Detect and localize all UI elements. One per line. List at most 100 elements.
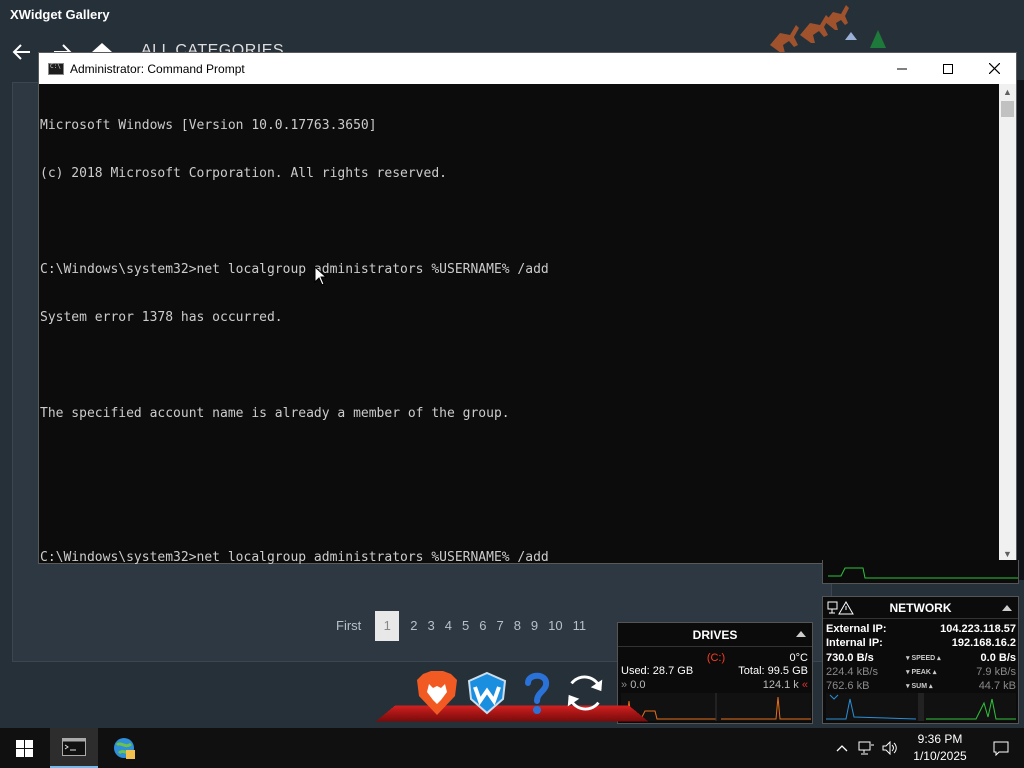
wise-care-icon[interactable] [464,670,510,716]
collapse-arrow-icon[interactable] [796,631,806,637]
page-link[interactable]: 9 [526,611,543,641]
page-link[interactable]: 2 [405,611,422,641]
page-first-link[interactable]: First [336,611,369,641]
internal-ip-label: Internal IP: [826,637,883,649]
start-button[interactable] [0,728,48,768]
taskbar-cmd-button[interactable] [50,728,98,768]
cmd-app-icon[interactable] [48,62,64,75]
speed-up-value: 0.0 B/s [980,652,1016,664]
console-line: C:\Windows\system32>net localgroup admin… [40,262,549,277]
command-prompt-window[interactable]: Administrator: Command Prompt Microsoft … [38,52,1017,565]
speed-down-value: 730.0 B/s [826,652,874,664]
close-icon [988,63,1000,74]
speed-row: 730.0 B/s ▾ SPEED ▴ 0.0 B/s [826,652,1016,664]
gallery-title: XWidget Gallery [10,7,110,22]
drives-title: DRIVES [692,627,738,642]
app-dock [375,664,649,724]
clock[interactable]: 9:36 PM 1/10/2025 [902,731,978,765]
network-header: NETWORK [823,597,1018,619]
sum-label-text: SUM [911,683,928,690]
page-link[interactable]: 8 [509,611,526,641]
external-ip-label: External IP: [826,623,887,635]
drives-widget[interactable]: DRIVES (C:) 0°C Used: 28.7 GB Total: 99.… [617,622,813,724]
page-link[interactable]: 11 [568,611,592,641]
external-ip-value: 104.223.118.57 [940,623,1016,635]
peak-label: ▾ PEAK ▴ [906,669,937,676]
drive-write-value: 124.1 k [762,679,799,691]
write-arrow-icon: « [801,679,808,691]
sum-row: 762.6 kB ▾ SUM ▴ 44.7 kB [826,680,1016,692]
partial-graph [828,567,1018,579]
page-link[interactable]: 5 [457,611,474,641]
cmd-window-title: Administrator: Command Prompt [70,61,245,76]
console-line: System error 1378 has occurred. [40,310,283,325]
internal-ip-row: Internal IP: 192.168.16.2 [826,637,1016,649]
peak-row: 224.4 kB/s ▾ PEAK ▴ 7.9 kB/s [826,666,1016,678]
page-link[interactable]: 6 [474,611,491,641]
network-traffic-graph [826,693,1016,721]
partial-widget-strip [1017,80,1024,580]
maximize-button[interactable] [925,53,971,84]
page-link[interactable]: 10 [543,611,567,641]
globe-network-icon [114,738,135,759]
drive-write-row: 124.1 k « [763,679,808,691]
console-output[interactable]: Microsoft Windows [Version 10.0.17763.36… [39,84,1001,565]
drives-header: DRIVES [618,623,812,647]
sum-label: ▾ SUM ▴ [906,683,933,690]
internal-ip-value: 192.168.16.2 [951,637,1016,649]
sum-down-value: 762.6 kB [826,680,870,692]
show-hidden-icons-chevron-icon[interactable] [830,728,854,768]
console-line: The specified account name is already a … [40,406,510,421]
drive-total: Total: 99.5 GB [738,665,808,677]
console-line: Microsoft Windows [Version 10.0.17763.36… [40,118,377,133]
page-link[interactable]: 4 [440,611,457,641]
speed-label-text: SPEED [911,655,936,662]
action-center-icon[interactable] [978,728,1024,768]
network-title: NETWORK [889,600,952,615]
brave-browser-icon[interactable] [414,670,460,716]
external-ip-row: External IP: 104.223.118.57 [826,623,1016,635]
windows-logo-icon [15,739,33,757]
collapse-arrow-icon[interactable] [1002,605,1012,611]
page-link[interactable]: 3 [423,611,440,641]
taskbar: 9:36 PM 1/10/2025 [0,728,1024,768]
reindeer-decoration [730,0,890,55]
scroll-up-arrow-icon[interactable]: ▲ [999,84,1016,101]
page-link-active[interactable]: 1 [375,611,400,641]
system-tray: 9:36 PM 1/10/2025 [830,728,1024,768]
clock-date: 1/10/2025 [913,749,967,763]
drive-letter: (C:) [706,652,726,664]
command-prompt-icon [62,738,86,756]
drive-activity-graph [621,693,811,721]
partial-graph-widget [822,560,1019,584]
minimize-button[interactable] [879,53,925,84]
speed-label: ▾ SPEED ▴ [906,655,941,662]
back-arrow-icon[interactable] [10,40,34,64]
scrollbar-thumb[interactable] [1001,101,1014,117]
cmd-titlebar[interactable]: Administrator: Command Prompt [39,53,1016,84]
refresh-icon[interactable] [562,670,608,716]
taskbar-network-app-button[interactable] [100,728,148,768]
network-alert-icon [827,601,854,615]
peak-up-value: 7.9 kB/s [976,666,1016,678]
network-status-icon[interactable] [854,728,878,768]
console-line: (c) 2018 Microsoft Corporation. All righ… [40,166,447,181]
close-button[interactable] [971,53,1017,84]
vertical-scrollbar[interactable]: ▲ ▼ [999,84,1016,563]
peak-down-value: 224.4 kB/s [826,666,878,678]
mouse-cursor-icon [314,266,328,286]
sum-up-value: 44.7 kB [978,680,1016,692]
network-widget[interactable]: NETWORK External IP: 104.223.118.57 Inte… [822,596,1019,724]
minimize-icon [897,68,907,69]
maximize-icon [943,63,953,74]
peak-label-text: PEAK [911,669,931,676]
volume-icon[interactable] [878,728,902,768]
help-question-icon[interactable] [514,670,560,716]
page-link[interactable]: 7 [491,611,508,641]
drive-temp: 0°C [789,652,808,664]
clock-time: 9:36 PM [917,732,963,746]
